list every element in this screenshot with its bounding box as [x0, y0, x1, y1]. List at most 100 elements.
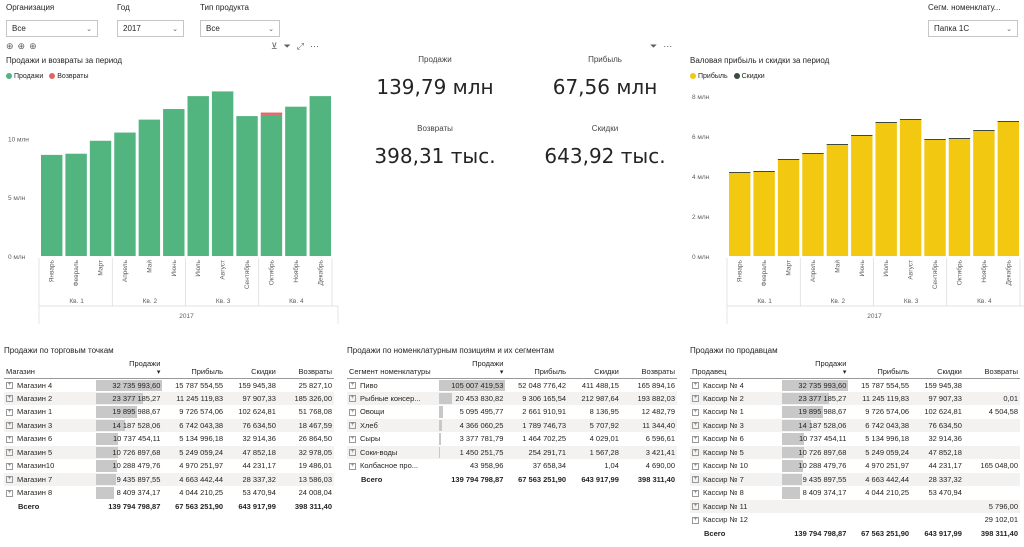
- table-row[interactable]: + Кассир № 2 23 377 185,27 11 245 119,83 97 …: [690, 391, 1020, 405]
- expand-row-icon[interactable]: +: [692, 408, 699, 416]
- table-row[interactable]: + Магазин10 10 288 479,76 4 970 251,97 44 23…: [4, 459, 334, 473]
- table-row[interactable]: + Кассир № 8 8 409 374,17 4 044 210,25 53 47…: [690, 486, 1020, 500]
- table-row[interactable]: + Кассир № 11 5 796,00: [690, 499, 1020, 513]
- expand-row-icon[interactable]: +: [349, 408, 356, 416]
- legend-item-sales[interactable]: Продажи: [6, 73, 43, 80]
- drill-down-arrow-icon[interactable]: ⊻: [271, 41, 278, 52]
- expand-row-icon[interactable]: +: [349, 449, 356, 457]
- segment-dropdown[interactable]: Папка 1С ⌄: [928, 20, 1018, 37]
- bar-Скидки[interactable]: [973, 130, 995, 131]
- expand-row-icon[interactable]: +: [6, 449, 13, 457]
- expand-row-icon[interactable]: +: [692, 395, 699, 403]
- bar-Прибыль[interactable]: [777, 160, 800, 256]
- expand-row-icon[interactable]: +: [692, 476, 699, 484]
- expand-row-icon[interactable]: +: [6, 435, 13, 443]
- bar-Скидки[interactable]: [753, 171, 775, 172]
- bar-Продажи[interactable]: [309, 96, 331, 256]
- table-row[interactable]: + Магазин 7 9 435 897,55 4 663 442,44 28 337…: [4, 472, 334, 486]
- table-row[interactable]: + Рыбные консер... 20 453 830,82 9 306 165,…: [347, 391, 677, 405]
- expand-row-icon[interactable]: +: [349, 382, 356, 390]
- table-row[interactable]: + Кассир № 5 10 726 897,68 5 249 059,24 47 8…: [690, 445, 1020, 459]
- expand-row-icon[interactable]: +: [692, 382, 699, 390]
- bar-Возвраты[interactable]: [260, 112, 283, 115]
- column-header[interactable]: Возвраты: [278, 358, 334, 377]
- bar-Скидки[interactable]: [924, 139, 946, 140]
- table-row[interactable]: + Магазин 4 32 735 993,60 15 787 554,55 159 …: [4, 378, 334, 392]
- right-bar-chart[interactable]: 0 млн 2 млн 4 млн 6 млн 8 млн Январь Февраль Ма…: [684, 82, 1024, 327]
- table-row[interactable]: + Магазин 2 23 377 185,27 11 245 119,83 97 9…: [4, 391, 334, 405]
- bar-Продажи[interactable]: [65, 153, 87, 256]
- column-header[interactable]: Возвраты: [964, 358, 1020, 377]
- table-row[interactable]: + Кассир № 12 29 102,01: [690, 513, 1020, 527]
- bar-Скидки[interactable]: [899, 119, 922, 120]
- bar-Продажи[interactable]: [236, 116, 258, 256]
- bar-Скидки[interactable]: [948, 138, 971, 139]
- legend-item-returns[interactable]: Возвраты: [49, 73, 89, 80]
- product-type-dropdown[interactable]: Все ⌄: [200, 20, 280, 37]
- expand-row-icon[interactable]: +: [6, 395, 13, 403]
- table-row[interactable]: + Колбасное про... 43 958,96 37 658,34 1,04 4…: [347, 459, 677, 473]
- column-header[interactable]: Прибыль: [848, 358, 911, 377]
- column-header[interactable]: Скидки: [568, 358, 621, 377]
- legend-item-discounts[interactable]: Скидки: [733, 73, 765, 80]
- bar-Продажи[interactable]: [138, 119, 161, 257]
- bar-Прибыль[interactable]: [899, 120, 922, 256]
- table-row[interactable]: + Магазин 5 10 726 897,68 5 249 059,24 47 85…: [4, 445, 334, 459]
- column-header[interactable]: Продавец: [690, 358, 782, 377]
- expand-row-icon[interactable]: +: [692, 489, 699, 497]
- bar-Скидки[interactable]: [802, 153, 824, 154]
- expand-row-icon[interactable]: +: [6, 476, 13, 484]
- expand-row-icon[interactable]: +: [692, 516, 699, 524]
- column-header[interactable]: Продажи ▾: [439, 358, 505, 377]
- bar-Скидки[interactable]: [997, 121, 1019, 122]
- bar-Продажи[interactable]: [89, 140, 112, 256]
- filter-icon[interactable]: ⏷: [650, 41, 657, 52]
- expand-row-icon[interactable]: +: [692, 462, 699, 470]
- column-header[interactable]: Магазин: [4, 358, 96, 377]
- bar-Прибыль[interactable]: [851, 136, 873, 256]
- expand-row-icon[interactable]: +: [349, 435, 356, 443]
- year-dropdown[interactable]: 2017 ⌄: [117, 20, 184, 37]
- table-row[interactable]: + Магазин 6 10 737 454,11 5 134 996,18 32 91…: [4, 432, 334, 446]
- table-row[interactable]: + Пиво 105 007 419,53 52 048 776,42 411 488,…: [347, 378, 677, 392]
- bar-Скидки[interactable]: [777, 159, 800, 160]
- bar-Продажи[interactable]: [114, 132, 136, 256]
- expand-row-icon[interactable]: +: [692, 449, 699, 457]
- bar-Прибыль[interactable]: [997, 122, 1019, 256]
- bar-Прибыль[interactable]: [948, 139, 971, 256]
- expand-row-icon[interactable]: +: [6, 462, 13, 470]
- bar-Прибыль[interactable]: [802, 154, 824, 256]
- bar-Скидки[interactable]: [875, 122, 897, 123]
- expand-row-icon[interactable]: +: [6, 382, 13, 390]
- bar-Продажи[interactable]: [187, 96, 209, 256]
- expand-row-icon[interactable]: +: [692, 435, 699, 443]
- bar-Продажи[interactable]: [41, 154, 63, 256]
- organization-dropdown[interactable]: Все ⌄: [6, 20, 98, 37]
- expand-row-icon[interactable]: +: [692, 503, 699, 511]
- bar-Продажи[interactable]: [285, 106, 307, 256]
- drill-up-icon[interactable]: ⊕: [6, 41, 14, 52]
- table-row[interactable]: + Кассир № 7 9 435 897,55 4 663 442,44 28 33…: [690, 472, 1020, 486]
- expand-row-icon[interactable]: +: [6, 408, 13, 416]
- bar-Продажи[interactable]: [211, 91, 234, 257]
- table-row[interactable]: + Соки-воды 1 450 251,75 254 291,71 1 567,28…: [347, 445, 677, 459]
- expand-row-icon[interactable]: +: [6, 489, 13, 497]
- column-header[interactable]: Сегмент номенклатуры: [347, 358, 439, 377]
- column-header[interactable]: Продажи ▾: [782, 358, 848, 377]
- left-bar-chart[interactable]: 0 млн 5 млн 10 млн Январь Февраль Март Апрель М…: [0, 82, 340, 327]
- bar-Скидки[interactable]: [729, 172, 751, 173]
- expand-row-icon[interactable]: +: [349, 462, 356, 470]
- bar-Прибыль[interactable]: [753, 172, 775, 256]
- table-row[interactable]: + Магазин 1 19 895 988,67 9 726 574,06 102 6…: [4, 405, 334, 419]
- table-row[interactable]: + Кассир № 4 32 735 993,60 15 787 554,55 159…: [690, 378, 1020, 392]
- filter-icon[interactable]: ⏷: [284, 41, 291, 52]
- drill-down-icon[interactable]: ⊕: [18, 41, 26, 52]
- bar-Прибыль[interactable]: [875, 123, 897, 256]
- more-options-icon[interactable]: ⋯: [310, 41, 319, 52]
- column-header[interactable]: Возвраты: [621, 358, 677, 377]
- table-row[interactable]: + Магазин 3 14 187 528,06 6 742 043,38 76 63…: [4, 418, 334, 432]
- expand-row-icon[interactable]: +: [349, 422, 356, 430]
- focus-mode-icon[interactable]: ⤢: [297, 41, 304, 52]
- bar-Скидки[interactable]: [851, 135, 873, 136]
- table-row[interactable]: + Хлеб 4 366 060,25 1 789 746,73 5 707,92 11 …: [347, 418, 677, 432]
